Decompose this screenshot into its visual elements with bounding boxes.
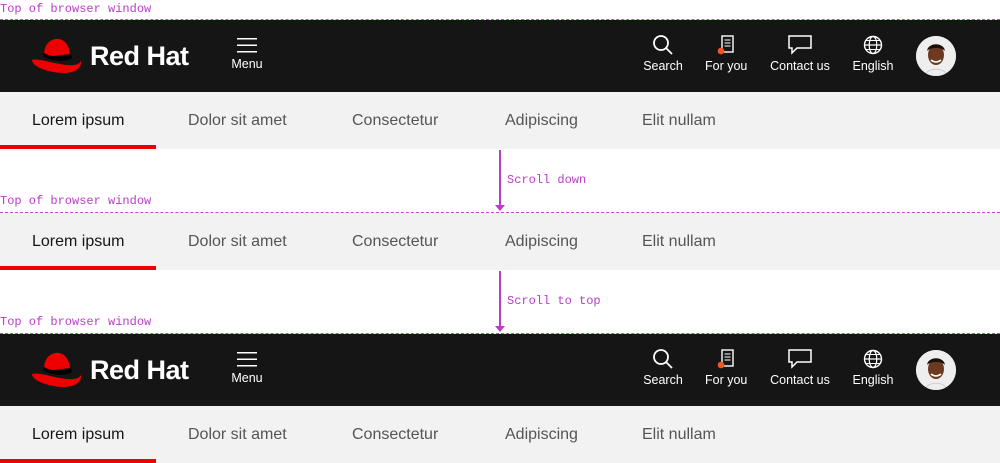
top-of-window-label-3: Top of browser window <box>0 315 152 329</box>
red-hat-fedora-icon <box>32 38 82 73</box>
subnav-item-consectetur[interactable]: Consectetur <box>352 213 438 270</box>
notification-dot <box>717 47 725 55</box>
language-button[interactable]: English <box>852 348 894 387</box>
red-hat-fedora-icon <box>32 352 82 387</box>
brand-name: Red Hat <box>90 354 189 385</box>
scroll-down-label: Scroll down <box>507 173 587 187</box>
subnav-item-dolor[interactable]: Dolor sit amet <box>188 213 287 270</box>
menu-label: Menu <box>231 371 263 385</box>
active-tab-indicator <box>0 459 156 463</box>
hamburger-icon <box>237 38 257 53</box>
document-icon <box>717 35 734 55</box>
menu-button[interactable]: Menu <box>231 37 263 71</box>
for-you-button[interactable]: For you <box>705 348 747 387</box>
contact-button[interactable]: Contact us <box>769 348 831 387</box>
language-button[interactable]: English <box>852 34 894 73</box>
subnav-item-consectetur[interactable]: Consectetur <box>352 92 438 149</box>
subnav-item-elit[interactable]: Elit nullam <box>642 213 716 270</box>
search-icon <box>653 349 673 369</box>
user-photo-icon <box>916 36 956 76</box>
subnav-item-lorem[interactable]: Lorem ipsum <box>32 406 124 463</box>
globe-icon <box>863 349 883 369</box>
for-you-label: For you <box>705 373 748 387</box>
language-label: English <box>852 373 894 387</box>
brand-name: Red Hat <box>90 40 189 71</box>
search-label: Search <box>643 373 683 387</box>
red-hat-logo[interactable]: Red Hat <box>30 35 189 77</box>
subnav-2: Lorem ipsum Dolor sit amet Consectetur A… <box>0 213 1000 270</box>
subnav-item-elit[interactable]: Elit nullam <box>642 406 716 463</box>
masthead-3: Red Hat Menu Search For you Contact us E… <box>0 334 1000 406</box>
search-label: Search <box>643 59 683 73</box>
top-of-window-label-1: Top of browser window <box>0 2 152 16</box>
globe-icon <box>863 35 883 55</box>
search-button[interactable]: Search <box>643 34 683 73</box>
hamburger-icon <box>237 352 257 367</box>
subnav-3: Lorem ipsum Dolor sit amet Consectetur A… <box>0 406 1000 463</box>
active-tab-indicator <box>0 266 156 270</box>
avatar[interactable] <box>916 350 956 390</box>
active-tab-indicator <box>0 145 156 149</box>
menu-label: Menu <box>231 57 263 71</box>
notification-dot <box>717 361 725 369</box>
chat-bubble-icon <box>788 349 812 369</box>
contact-label: Contact us <box>770 373 830 387</box>
subnav-item-elit[interactable]: Elit nullam <box>642 92 716 149</box>
subnav-item-adipiscing[interactable]: Adipiscing <box>505 213 578 270</box>
subnav-item-consectetur[interactable]: Consectetur <box>352 406 438 463</box>
chat-bubble-icon <box>788 35 812 55</box>
search-icon <box>653 35 673 55</box>
subnav-1: Lorem ipsum Dolor sit amet Consectetur A… <box>0 92 1000 149</box>
subnav-item-dolor[interactable]: Dolor sit amet <box>188 92 287 149</box>
subnav-item-adipiscing[interactable]: Adipiscing <box>505 92 578 149</box>
for-you-button[interactable]: For you <box>705 34 747 73</box>
masthead-1: Red Hat Menu Search For you Contact us E… <box>0 20 1000 92</box>
document-icon <box>717 349 734 369</box>
menu-button[interactable]: Menu <box>231 351 263 385</box>
red-hat-logo[interactable]: Red Hat <box>30 349 189 391</box>
scroll-down-arrow-head <box>495 205 505 211</box>
user-photo-icon <box>916 350 956 390</box>
subnav-item-dolor[interactable]: Dolor sit amet <box>188 406 287 463</box>
subnav-item-adipiscing[interactable]: Adipiscing <box>505 406 578 463</box>
contact-label: Contact us <box>770 59 830 73</box>
contact-button[interactable]: Contact us <box>769 34 831 73</box>
language-label: English <box>852 59 894 73</box>
subnav-item-lorem[interactable]: Lorem ipsum <box>32 213 124 270</box>
scroll-top-arrow-line <box>499 271 501 327</box>
avatar[interactable] <box>916 36 956 76</box>
scroll-down-arrow-line <box>499 150 501 206</box>
scroll-top-arrow-head <box>495 326 505 332</box>
scroll-to-top-label: Scroll to top <box>507 294 601 308</box>
for-you-label: For you <box>705 59 748 73</box>
search-button[interactable]: Search <box>643 348 683 387</box>
subnav-item-lorem[interactable]: Lorem ipsum <box>32 92 124 149</box>
top-of-window-label-2: Top of browser window <box>0 194 152 208</box>
